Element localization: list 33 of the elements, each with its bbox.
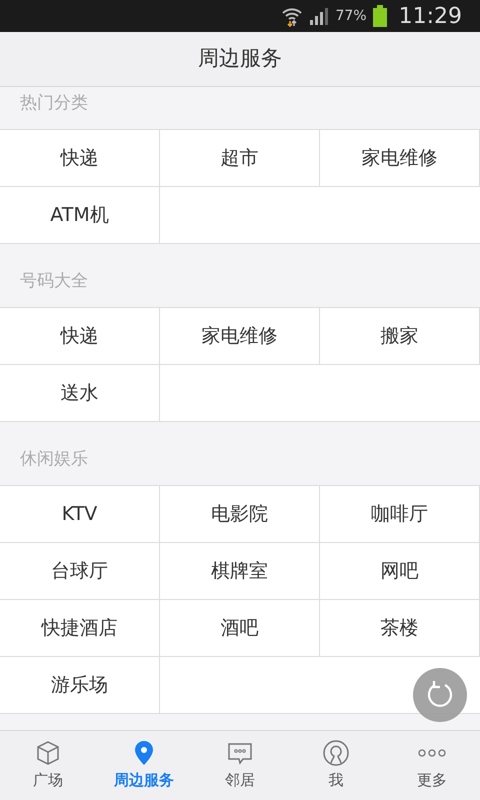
category-cell[interactable]: 送水 (0, 365, 160, 422)
clock: 11:29 (398, 2, 462, 30)
category-cell[interactable]: 酒吧 (160, 600, 320, 657)
refresh-icon (425, 680, 455, 710)
battery-icon (372, 5, 387, 27)
category-cell[interactable]: 咖啡厅 (320, 486, 480, 543)
tab-item[interactable]: 邻居 (192, 731, 288, 800)
category-cell[interactable]: 棋牌室 (160, 543, 320, 600)
category-cell[interactable]: 台球厅 (0, 543, 160, 600)
category-cell[interactable]: 搬家 (320, 308, 480, 365)
tab-item[interactable]: 广场 (0, 731, 96, 800)
person-icon (322, 739, 350, 768)
category-cell[interactable]: 家电维修 (160, 308, 320, 365)
section-title: 热门分类 (20, 92, 88, 115)
signal-icon (309, 7, 330, 25)
category-cell[interactable]: 快递 (0, 308, 160, 365)
section-title: 休闲娱乐 (20, 448, 88, 471)
category-cell[interactable]: 茶楼 (320, 600, 480, 657)
page-title: 周边服务 (198, 45, 282, 72)
tab-item[interactable]: 更多 (384, 731, 480, 800)
category-cell[interactable]: 超市 (160, 130, 320, 187)
section-title: 号码大全 (20, 270, 88, 293)
battery-percent: 77% (335, 6, 367, 26)
category-cell[interactable]: 电影院 (160, 486, 320, 543)
category-cell[interactable]: 游乐场 (0, 657, 160, 714)
category-cell[interactable]: 快递 (0, 130, 160, 187)
tab-item[interactable]: 我 (288, 731, 384, 800)
category-cell[interactable]: 网吧 (320, 543, 480, 600)
category-cell[interactable]: KTV (0, 486, 160, 543)
more-icon (418, 749, 446, 758)
category-cell[interactable]: 快捷酒店 (0, 600, 160, 657)
category-cell[interactable]: 家电维修 (320, 130, 480, 187)
category-cell[interactable]: ATM机 (0, 187, 160, 244)
